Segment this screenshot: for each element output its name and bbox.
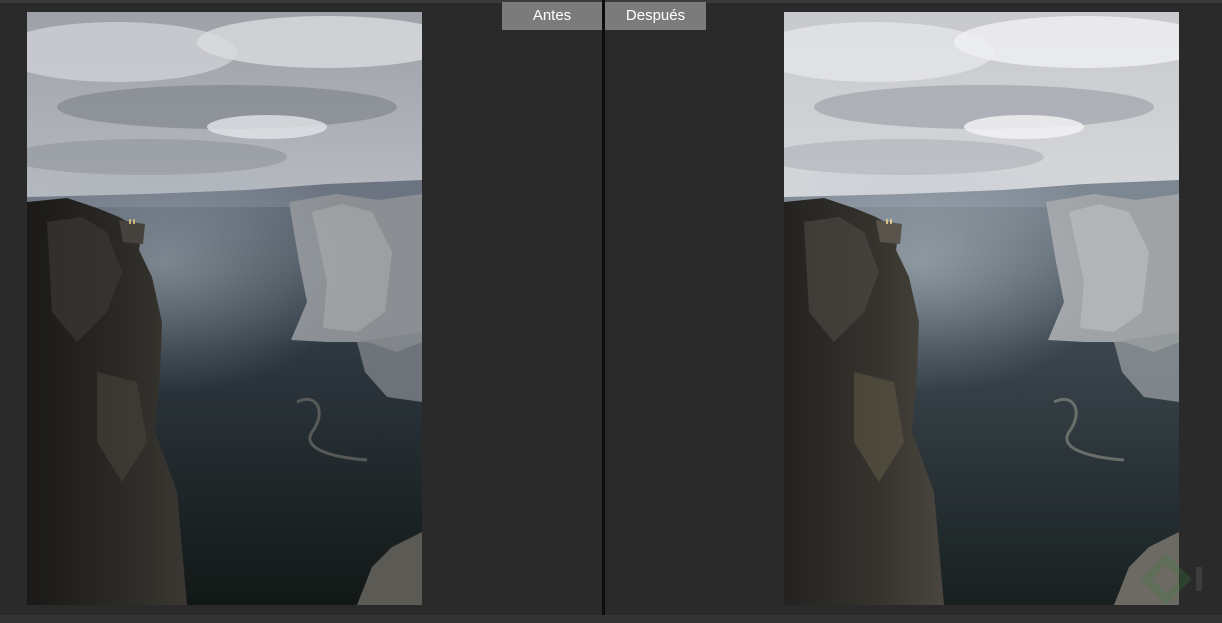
bottom-border — [0, 615, 1222, 623]
before-label: Antes — [502, 2, 602, 30]
before-after-viewer: Antes Después — [0, 0, 1222, 623]
after-label: Después — [605, 2, 706, 30]
compare-divider-handle[interactable] — [602, 0, 605, 616]
after-image — [784, 12, 1179, 605]
watermark-logo-icon — [1140, 553, 1202, 605]
before-image — [27, 12, 422, 605]
